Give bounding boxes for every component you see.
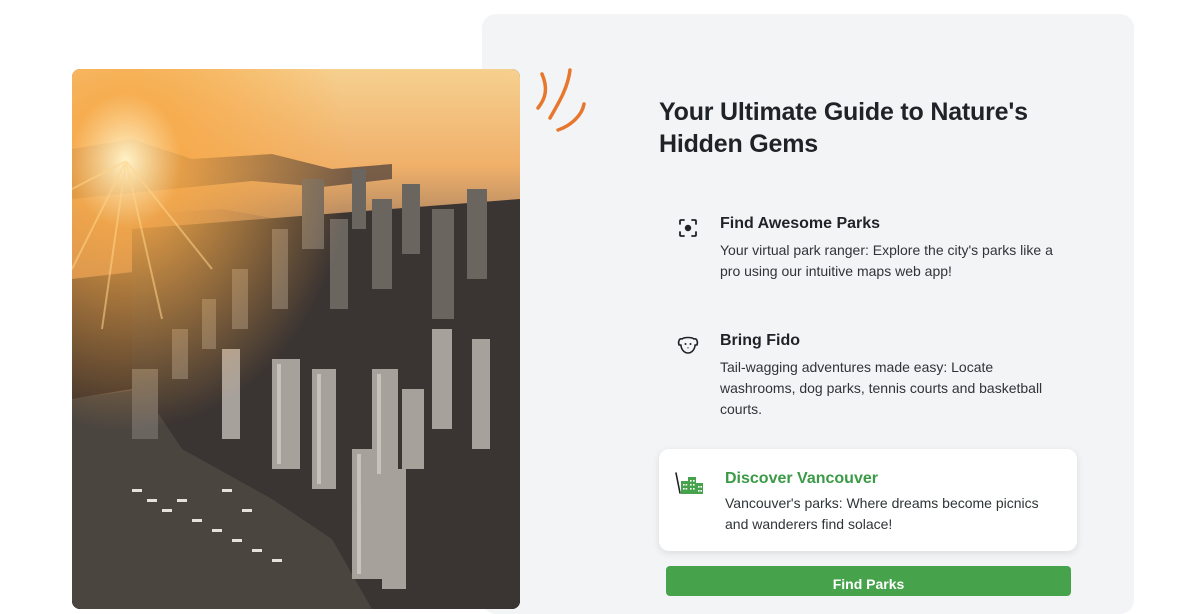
dog-face-icon bbox=[677, 336, 699, 354]
feature-description: Tail-wagging adventures made easy: Locat… bbox=[720, 359, 1043, 417]
feature-heading: Discover Vancouver bbox=[725, 470, 878, 487]
orange-squiggle-icon bbox=[536, 68, 586, 132]
feature-discover-vancouver[interactable]: Discover Vancouver Vancouver's parks: Wh… bbox=[659, 449, 1077, 551]
feature-description: Vancouver's parks: Where dreams become p… bbox=[725, 495, 1039, 532]
city-buildings-icon bbox=[675, 472, 703, 494]
focus-target-icon bbox=[679, 219, 697, 237]
feature-heading: Find Awesome Parks bbox=[720, 215, 881, 232]
page-title: Your Ultimate Guide to Nature's Hidden G… bbox=[659, 98, 1028, 158]
find-parks-button[interactable]: Find Parks bbox=[666, 566, 1071, 596]
feature-description: Your virtual park ranger: Explore the ci… bbox=[720, 242, 1053, 279]
city-skyline-photo bbox=[72, 69, 520, 609]
feature-heading: Bring Fido bbox=[720, 332, 800, 349]
